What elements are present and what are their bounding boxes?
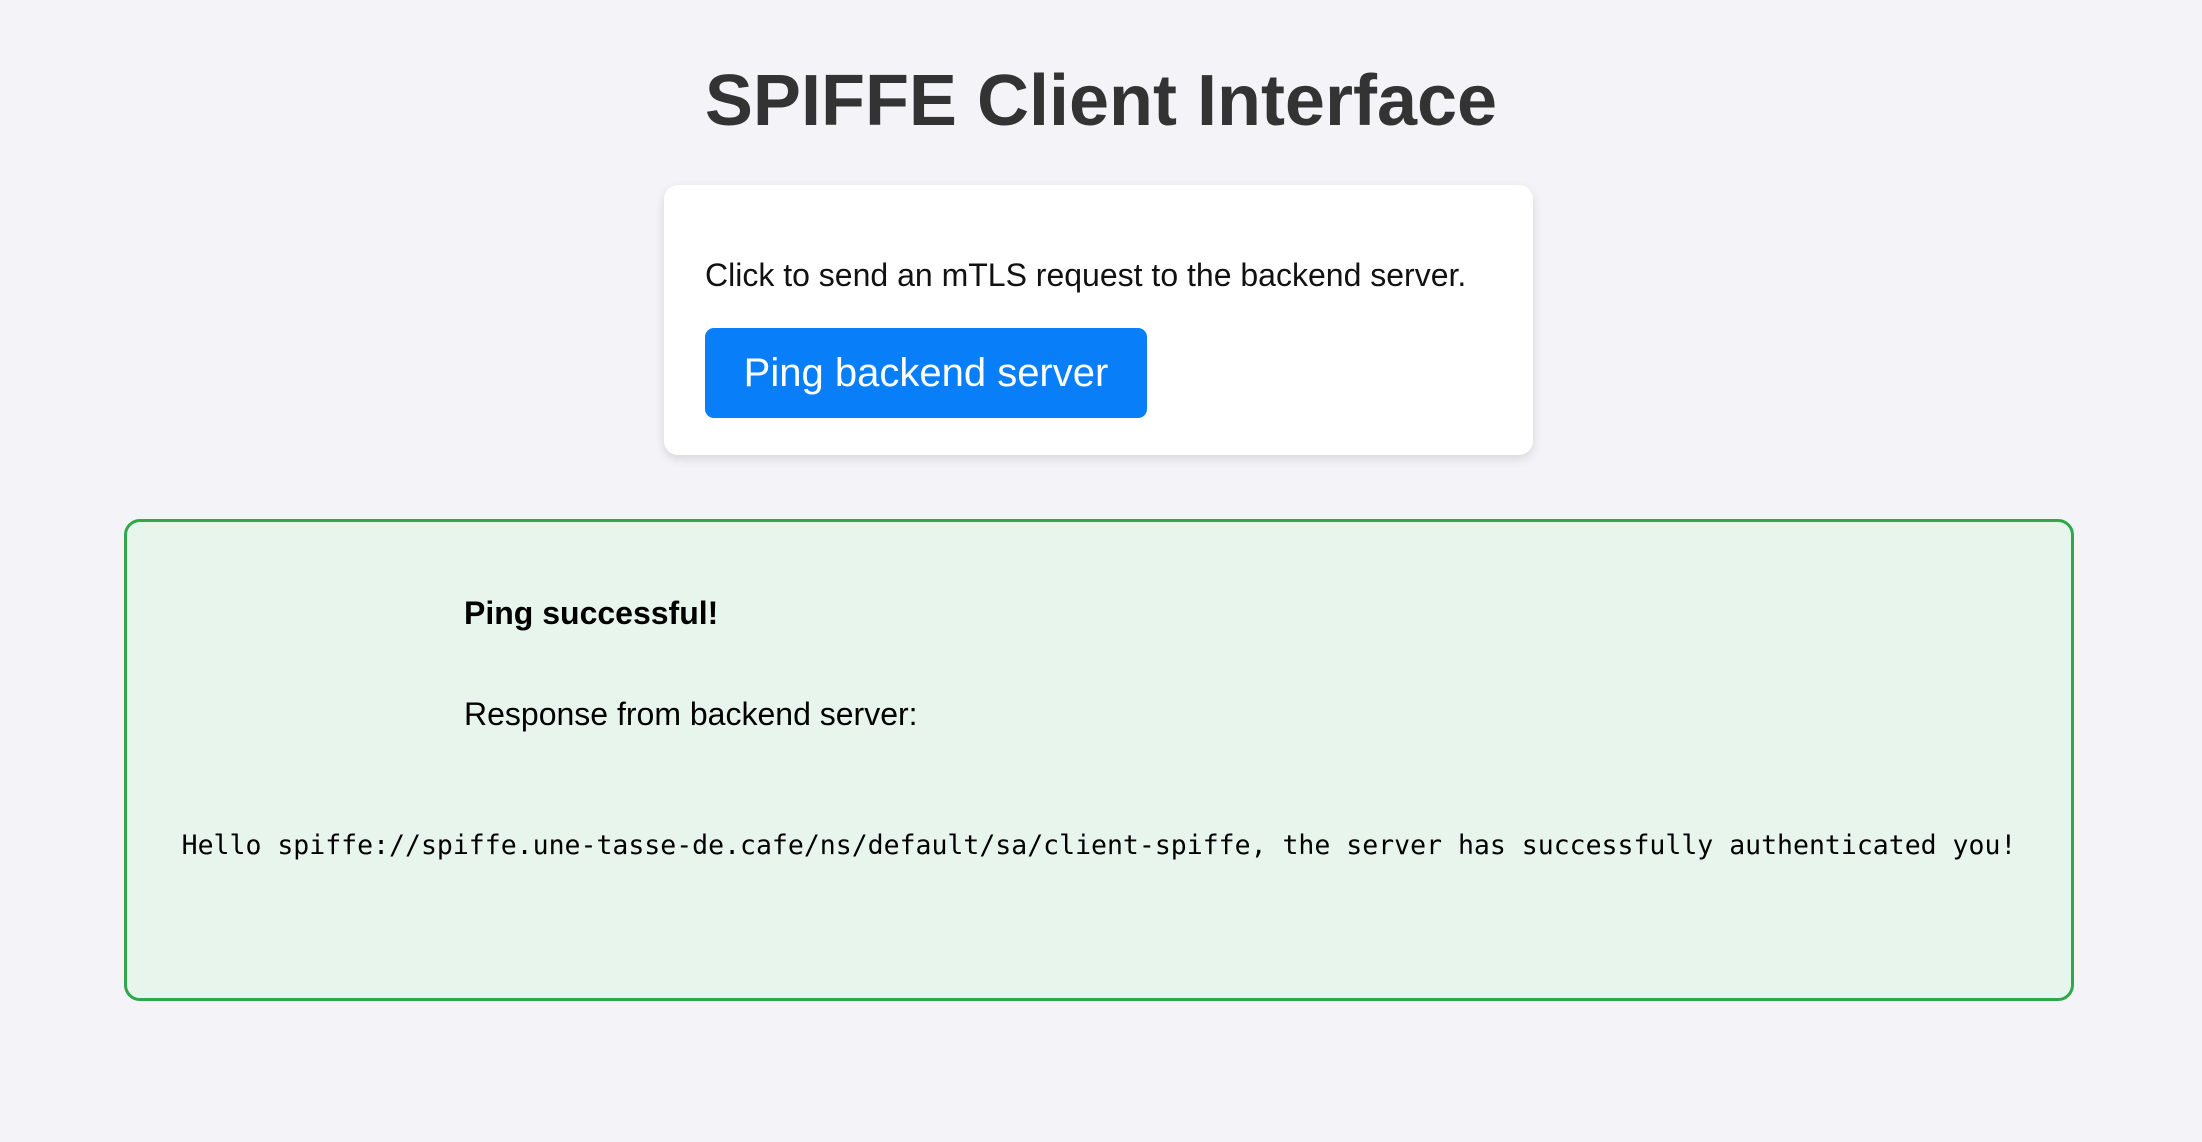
result-label: Response from backend server: <box>464 696 918 732</box>
ping-instruction: Click to send an mTLS request to the bac… <box>705 257 1467 293</box>
server-response-message: Hello spiffe://spiffe.une-tasse-de.cafe/… <box>181 830 2017 861</box>
result-status: Ping successful! <box>464 595 719 631</box>
ping-result-panel: Ping successful! Response from backend s… <box>124 519 2074 1001</box>
page-title: SPIFFE Client Interface <box>704 61 1498 141</box>
ping-backend-button[interactable]: Ping backend server <box>705 328 1147 418</box>
page: SPIFFE Client Interface Click to send an… <box>0 0 2202 1142</box>
ping-card: Click to send an mTLS request to the bac… <box>664 185 1533 455</box>
